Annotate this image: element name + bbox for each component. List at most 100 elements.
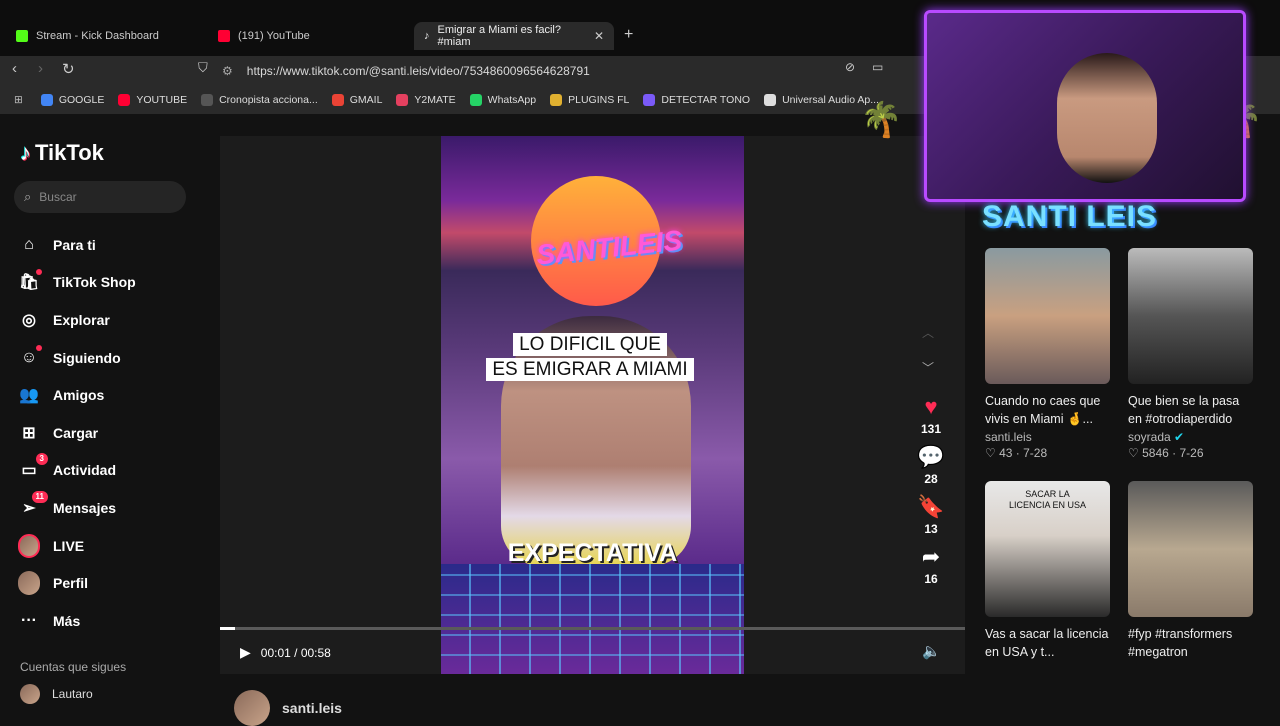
back-arrow-icon[interactable]: ‹ bbox=[12, 60, 17, 77]
comment-button[interactable]: 💬 28 bbox=[908, 444, 954, 486]
post-date: 7-28 bbox=[1023, 446, 1048, 460]
heart-icon: ♡ bbox=[1128, 446, 1143, 460]
retro-grid-graphic bbox=[441, 564, 744, 674]
search-box[interactable]: ⌕ bbox=[14, 181, 186, 213]
notification-badge: 11 bbox=[31, 490, 48, 503]
messages-icon: ➢ 11 bbox=[18, 490, 48, 519]
playback-controls: ▶ 00:01 / 00:58 bbox=[240, 644, 331, 661]
tiktok-logo[interactable]: ♪ TikTok bbox=[20, 140, 104, 166]
video-caption: LO DIFICIL QUE ES EMIGRAR A MIAMI bbox=[479, 332, 701, 382]
sidebar-item-perfil[interactable]: Perfil bbox=[18, 564, 208, 602]
sidebar-item-amigos[interactable]: 👥 Amigos bbox=[18, 376, 208, 414]
sidebar-item-siguiendo[interactable]: ☺ Siguiendo bbox=[18, 339, 208, 377]
bookmark-item[interactable]: GMAIL bbox=[331, 94, 382, 106]
video-user[interactable]: santi.leis bbox=[985, 430, 1110, 444]
next-video-icon[interactable]: ﹀ bbox=[922, 359, 934, 376]
like-count: 43 bbox=[999, 446, 1013, 460]
bookmark-item[interactable]: Y2MATE bbox=[396, 94, 456, 106]
forward-arrow-icon[interactable]: › bbox=[38, 60, 43, 77]
sidebar-item-cargar[interactable]: ⊞ Cargar bbox=[18, 414, 208, 452]
bookmark-item[interactable]: Cronopista acciona... bbox=[201, 94, 318, 106]
tiktok-icon: ♪ bbox=[424, 30, 430, 42]
close-tab-icon[interactable]: ✕ bbox=[594, 29, 604, 43]
related-video-card[interactable]: Cuando no caes que vivis en Miami 🤞... sa… bbox=[985, 248, 1110, 460]
volume-icon[interactable]: 🔈 bbox=[922, 642, 941, 660]
bookmark-favicon-icon bbox=[643, 94, 656, 106]
following-icon: ☺ bbox=[18, 344, 42, 369]
like-count: 5846 bbox=[1142, 446, 1169, 460]
upload-icon: ⊞ bbox=[22, 424, 36, 442]
tab-tiktok-video[interactable]: ♪ Emigrar a Miami es facil? #miam ✕ bbox=[414, 22, 614, 50]
video-title: Vas a sacar la licencia en USA y t... bbox=[985, 627, 1109, 659]
address-bar[interactable]: ⚙ https://www.tiktok.com/@santi.leis/vid… bbox=[222, 58, 902, 84]
sidebar-item-mensajes[interactable]: ➢ 11 Mensajes bbox=[18, 489, 208, 527]
bookmark-item[interactable]: YOUTUBE bbox=[118, 94, 187, 106]
video-meta: ♡ 5846 · 7-26 bbox=[1128, 446, 1253, 460]
bookmark-item[interactable]: GOOGLE bbox=[40, 94, 104, 106]
caption-line-1: LO DIFICIL QUE bbox=[513, 333, 667, 356]
related-video-card[interactable]: Que bien se la pasa en #otrodiaperdido so… bbox=[1128, 248, 1253, 460]
following-user[interactable]: Lautaro bbox=[20, 684, 93, 704]
more-icon: ··· bbox=[21, 611, 37, 629]
sidebar-item-tiktok-shop[interactable]: 🛍 TikTok Shop bbox=[18, 264, 208, 302]
bookmark-list: GOOGLE YOUTUBE Cronopista acciona... GMAIL Y… bbox=[40, 94, 893, 106]
video-navigation: ︿ ﹀ bbox=[922, 324, 934, 376]
like-button[interactable]: ♥ 131 bbox=[908, 394, 954, 436]
sidebar-item-m-s[interactable]: ··· Más bbox=[18, 602, 208, 640]
tab-kick-dashboard[interactable]: Stream - Kick Dashboard bbox=[6, 22, 169, 50]
comment-icon: 💬 bbox=[917, 444, 945, 469]
activity-icon: ▭ 3 bbox=[18, 453, 48, 481]
video-title: #fyp #transformers #megatron bbox=[1128, 627, 1233, 659]
palm-tree-icon: 🌴 bbox=[860, 101, 903, 139]
share-icon: ➦ bbox=[921, 544, 941, 569]
video-author[interactable]: santi.leis bbox=[234, 690, 342, 726]
progress-bar[interactable] bbox=[220, 627, 965, 630]
cast-icon[interactable]: ▭ bbox=[872, 60, 883, 74]
avatar bbox=[20, 684, 40, 704]
video-thumbnail[interactable] bbox=[1128, 248, 1253, 384]
new-tab-button[interactable]: + bbox=[624, 26, 633, 44]
bookmark-item[interactable]: PLUGINS FL bbox=[550, 94, 629, 106]
video-thumbnail[interactable]: SACAR LA LICENCIA EN USA bbox=[985, 481, 1110, 617]
sidebar-nav: ⌂ Para ti 🛍 TikTok Shop ◎ Explorar ☺ Siguiendo 👥… bbox=[18, 226, 208, 640]
video-user-name: santi.leis bbox=[985, 430, 1032, 444]
author-name: santi.leis bbox=[282, 700, 342, 716]
bookmark-item[interactable]: DETECTAR TONO bbox=[643, 94, 750, 106]
video-thumbnail[interactable] bbox=[1128, 481, 1253, 617]
notification-badge: 3 bbox=[35, 453, 48, 466]
video-user[interactable]: soyrada ✔ bbox=[1128, 430, 1253, 444]
video-player[interactable]: SANTILEIS LO DIFICIL QUE ES EMIGRAR A MI… bbox=[220, 136, 965, 674]
search-input[interactable] bbox=[39, 190, 160, 204]
sidebar-item-para-ti[interactable]: ⌂ Para ti bbox=[18, 226, 208, 264]
thumbnail-text: SACAR LA LICENCIA EN USA bbox=[1008, 489, 1087, 510]
live-avatar-icon bbox=[18, 533, 40, 558]
video-frame[interactable]: SANTILEIS LO DIFICIL QUE ES EMIGRAR A MI… bbox=[441, 136, 744, 674]
site-settings-icon[interactable]: ⚙ bbox=[222, 64, 233, 78]
previous-video-icon[interactable]: ︿ bbox=[922, 324, 934, 341]
related-video-card[interactable]: #fyp #transformers #megatron bbox=[1128, 481, 1253, 661]
save-count: 13 bbox=[924, 522, 938, 536]
reload-icon[interactable]: ↻ bbox=[62, 60, 75, 78]
comment-count: 28 bbox=[924, 472, 938, 486]
sidebar-item-actividad[interactable]: ▭ 3 Actividad bbox=[18, 452, 208, 490]
tab-youtube[interactable]: (191) YouTube bbox=[208, 22, 320, 50]
video-thumbnail[interactable] bbox=[985, 248, 1110, 384]
home-icon: ⌂ bbox=[24, 235, 34, 253]
bookmark-icon[interactable]: ⛉ bbox=[198, 60, 208, 76]
tab-label: (191) YouTube bbox=[238, 30, 310, 42]
streamer-image bbox=[1057, 53, 1157, 183]
sidebar-item-live[interactable]: LIVE bbox=[18, 527, 208, 565]
apps-grid-icon[interactable]: ⊞ bbox=[14, 94, 23, 106]
heart-icon: ♡ bbox=[985, 446, 1000, 460]
bookmark-label: Y2MATE bbox=[414, 94, 456, 106]
share-button[interactable]: ➦ 16 bbox=[908, 544, 954, 586]
compass-icon: ◎ bbox=[22, 311, 36, 329]
youtube-icon bbox=[218, 30, 230, 42]
video-title: Cuando no caes que vivis en Miami 🤞... bbox=[985, 394, 1101, 426]
save-button[interactable]: 🔖 13 bbox=[908, 494, 954, 536]
bookmark-item[interactable]: WhatsApp bbox=[469, 94, 536, 106]
related-video-card[interactable]: SACAR LA LICENCIA EN USA Vas a sacar la l… bbox=[985, 481, 1110, 661]
play-icon[interactable]: ▶ bbox=[240, 644, 251, 661]
extension-icon[interactable]: ⊘ bbox=[845, 60, 855, 74]
sidebar-item-explorar[interactable]: ◎ Explorar bbox=[18, 301, 208, 339]
